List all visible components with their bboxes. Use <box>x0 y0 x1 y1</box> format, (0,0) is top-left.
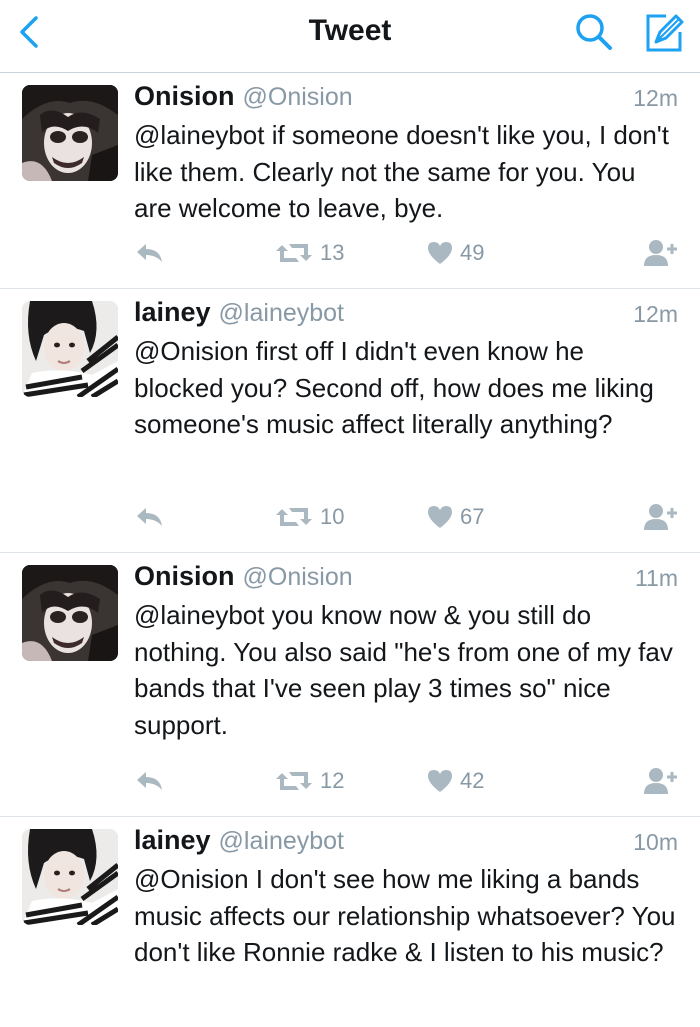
add-user-icon <box>644 768 677 794</box>
tweet-actions: 10 67 <box>134 500 678 534</box>
avatar[interactable] <box>22 565 118 661</box>
follow-button[interactable] <box>644 764 678 798</box>
heart-icon <box>428 770 452 792</box>
retweet-icon <box>276 508 312 526</box>
like-button[interactable]: 49 <box>426 236 484 270</box>
author-name[interactable]: lainey <box>134 825 211 855</box>
add-user-icon <box>644 240 677 266</box>
author-name[interactable]: Onision <box>134 81 235 111</box>
tweet[interactable]: Onision @Onision 11m @laineybot you know … <box>0 553 700 817</box>
retweet-count: 13 <box>320 240 345 265</box>
like-button[interactable]: 67 <box>426 500 484 534</box>
author-name[interactable]: Onision <box>134 561 235 591</box>
author-handle[interactable]: @laineybot <box>219 827 344 855</box>
like-count: 67 <box>460 504 485 529</box>
tweet-text: @laineybot you know now & you still do n… <box>134 600 673 740</box>
like-button[interactable]: 42 <box>426 764 484 798</box>
author-handle[interactable]: @laineybot <box>219 299 344 327</box>
tweet[interactable]: lainey @laineybot 10m @Onision I don't se… <box>0 817 700 1027</box>
retweet-count: 12 <box>320 768 345 793</box>
heart-icon <box>428 242 452 264</box>
retweet-count: 10 <box>320 504 345 529</box>
author-handle[interactable]: @Onision <box>243 83 353 111</box>
follow-button[interactable] <box>644 236 678 270</box>
reply-icon <box>137 772 162 790</box>
avatar[interactable] <box>22 301 118 397</box>
retweet-icon <box>276 244 312 262</box>
timestamp: 12m <box>633 301 678 327</box>
search-icon[interactable] <box>572 10 616 54</box>
like-count: 49 <box>460 240 485 265</box>
reply-icon <box>137 244 162 262</box>
like-count: 42 <box>460 768 485 793</box>
retweet-button[interactable]: 10 <box>274 500 344 534</box>
reply-button[interactable] <box>134 764 166 798</box>
reply-button[interactable] <box>134 236 166 270</box>
follow-button[interactable] <box>644 500 678 534</box>
tweet-text: @Onision I don't see how me liking a ban… <box>134 864 676 967</box>
author-name[interactable]: lainey <box>134 297 211 327</box>
author-handle[interactable]: @Onision <box>243 563 353 591</box>
reply-icon <box>137 508 162 526</box>
avatar[interactable] <box>22 829 118 925</box>
tweet-actions: 12 42 <box>134 764 678 798</box>
reply-button[interactable] <box>134 500 166 534</box>
add-user-icon <box>644 504 677 530</box>
timestamp: 10m <box>633 829 678 855</box>
retweet-icon <box>276 772 312 790</box>
tweet-text: @Onision first off I didn't even know he… <box>134 336 654 439</box>
retweet-button[interactable]: 12 <box>274 764 344 798</box>
tweet-actions: 13 49 <box>134 236 678 270</box>
tweet-text: @laineybot if someone doesn't like you, … <box>134 120 669 223</box>
retweet-button[interactable]: 13 <box>274 236 344 270</box>
tweet[interactable]: lainey @laineybot 12m @Onision first off … <box>0 289 700 553</box>
avatar[interactable] <box>22 85 118 181</box>
timestamp: 12m <box>633 85 678 111</box>
navigation-bar: Tweet <box>0 0 700 73</box>
tweet[interactable]: Onision @Onision 12m @laineybot if someon… <box>0 73 700 289</box>
timestamp: 11m <box>634 565 678 591</box>
heart-icon <box>428 506 452 528</box>
compose-icon[interactable] <box>642 10 686 54</box>
